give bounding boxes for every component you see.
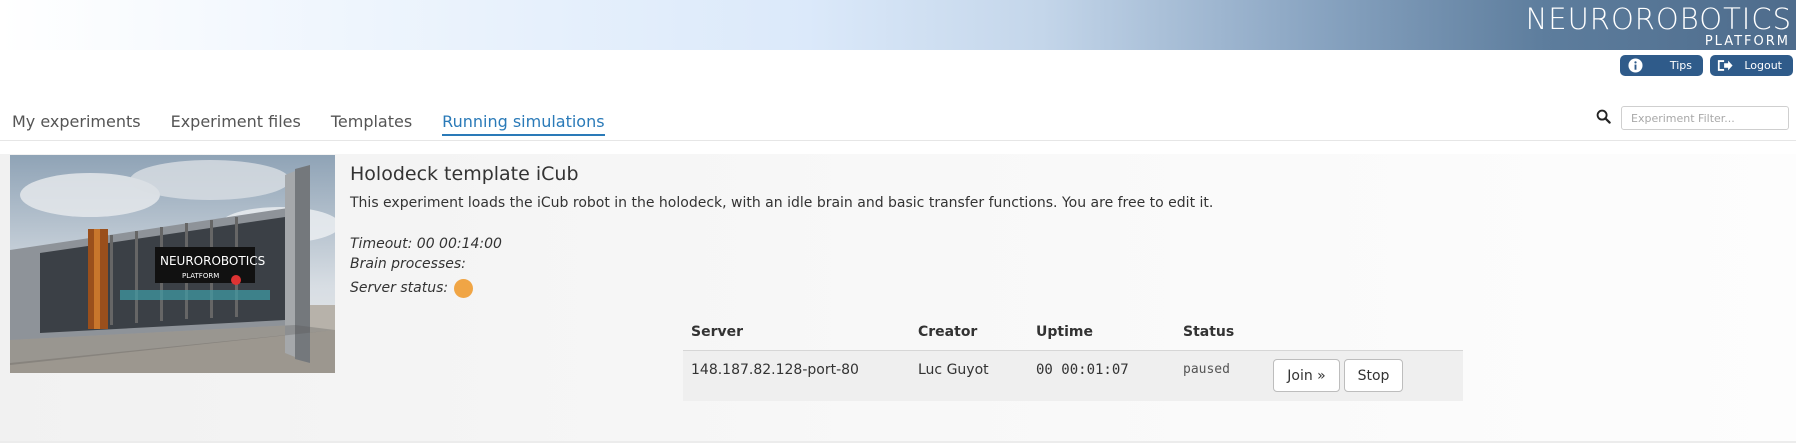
header-server: Server	[691, 324, 744, 340]
thumbnail-logo-main-text: NEUROROBOTICS	[160, 254, 265, 268]
header-uptime: Uptime	[1036, 324, 1093, 340]
server-status-indicator	[454, 279, 473, 298]
search-icon	[1596, 109, 1612, 125]
logo-main-text: NEUROROBOTICS	[1525, 2, 1792, 36]
experiment-thumbnail: NEUROROBOTICS PLATFORM	[10, 155, 335, 373]
logout-label: Logout	[1744, 59, 1782, 72]
header-banner: NEUROROBOTICS PLATFORM	[0, 0, 1796, 50]
tips-label: Tips	[1669, 59, 1692, 72]
tab-templates[interactable]: Templates	[331, 112, 412, 136]
info-icon	[1627, 58, 1643, 74]
brain-processes-text: Brain processes:	[350, 256, 466, 272]
thumbnail-logo-sub-text: PLATFORM	[182, 272, 219, 280]
tab-experiment-files[interactable]: Experiment files	[171, 112, 301, 136]
tab-running-simulations[interactable]: Running simulations	[442, 112, 605, 136]
logout-icon	[1717, 58, 1733, 74]
logout-button[interactable]: Logout	[1710, 55, 1793, 76]
tab-divider	[0, 140, 1796, 141]
experiment-filter-input[interactable]	[1621, 106, 1789, 130]
stop-button[interactable]: Stop	[1344, 359, 1403, 392]
server-status-label: Server status:	[350, 280, 449, 296]
header-creator: Creator	[918, 324, 978, 340]
neurorobotics-logo: NEUROROBOTICS PLATFORM	[1526, 3, 1792, 49]
status-cell: paused	[1183, 362, 1230, 377]
tips-button[interactable]: Tips	[1620, 55, 1703, 76]
uptime-cell: 00 00:01:07	[1036, 362, 1129, 378]
experiment-title: Holodeck template iCub	[350, 163, 579, 185]
header-status: Status	[1183, 324, 1235, 340]
creator-cell: Luc Guyot	[918, 362, 989, 378]
experiment-tabs: My experiments Experiment files Template…	[12, 112, 635, 136]
server-cell: 148.187.82.128-port-80	[691, 362, 859, 378]
join-button[interactable]: Join »	[1273, 359, 1340, 392]
timeout-text: Timeout: 00 00:14:00	[350, 236, 502, 252]
logo-sub-text: PLATFORM	[1704, 34, 1790, 49]
experiment-description: This experiment loads the iCub robot in …	[350, 195, 1214, 211]
tab-my-experiments[interactable]: My experiments	[12, 112, 141, 136]
